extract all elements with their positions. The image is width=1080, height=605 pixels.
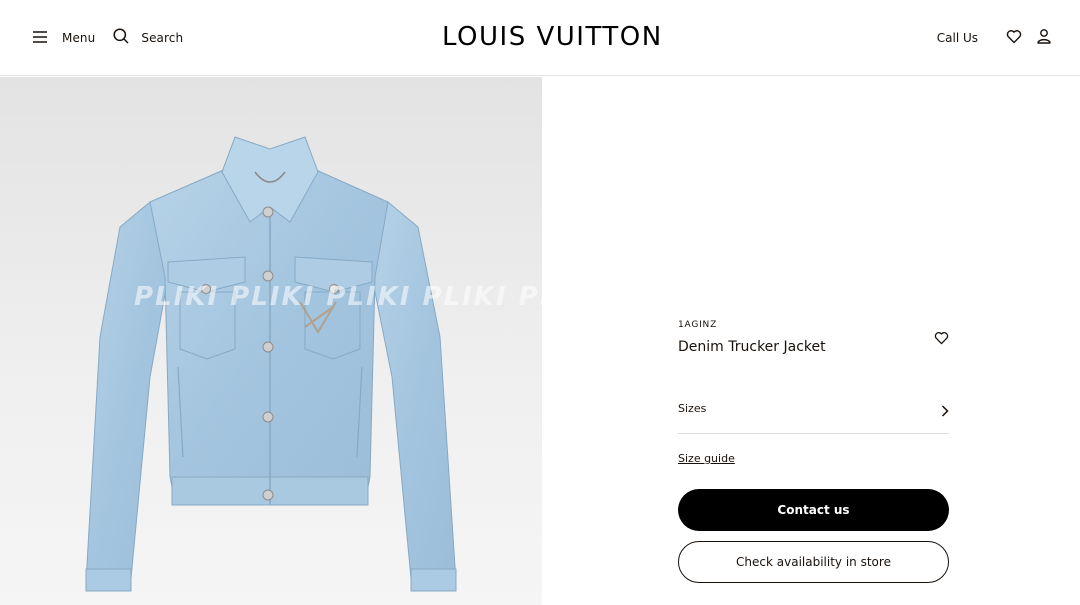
search-label: Search bbox=[141, 31, 184, 45]
menu-icon bbox=[32, 29, 48, 48]
chevron-right-icon bbox=[941, 402, 949, 421]
wishlist-button[interactable] bbox=[1006, 29, 1022, 48]
search-icon bbox=[113, 28, 129, 48]
size-guide-link[interactable]: Size guide bbox=[678, 452, 735, 465]
denim-jacket-image bbox=[85, 136, 457, 592]
menu-button[interactable]: Menu bbox=[32, 29, 95, 48]
product-image-panel[interactable]: PLIKI PLIKI PLIKI PLIKI PLI bbox=[0, 77, 542, 605]
user-icon bbox=[1036, 28, 1052, 48]
check-availability-button[interactable]: Check availability in store bbox=[678, 541, 949, 583]
product-sku: 1AGINZ bbox=[678, 320, 718, 330]
brand-logo[interactable]: LOUIS VUITTON bbox=[442, 22, 663, 52]
account-button[interactable] bbox=[1036, 28, 1052, 48]
watermark-overlay: PLIKI PLIKI PLIKI PLIKI PLI bbox=[134, 282, 542, 312]
menu-label: Menu bbox=[62, 31, 96, 45]
search-button[interactable]: Search bbox=[113, 28, 183, 48]
header-right-nav: Call Us bbox=[937, 28, 1052, 48]
heart-icon bbox=[934, 330, 949, 349]
add-to-wishlist-button[interactable] bbox=[934, 330, 949, 349]
product-title: Denim Trucker Jacket bbox=[678, 339, 826, 355]
sizes-label: Sizes bbox=[678, 402, 707, 415]
heart-icon bbox=[1006, 29, 1022, 48]
contact-us-button[interactable]: Contact us bbox=[678, 489, 949, 531]
site-header: Menu Search LOUIS VUITTON Call Us bbox=[0, 0, 1080, 76]
sizes-selector[interactable]: Sizes bbox=[678, 402, 949, 434]
product-info: 1AGINZ Denim Trucker Jacket Sizes Size g… bbox=[678, 320, 949, 583]
call-us-link[interactable]: Call Us bbox=[937, 31, 978, 45]
header-left-nav: Menu Search bbox=[32, 28, 183, 48]
